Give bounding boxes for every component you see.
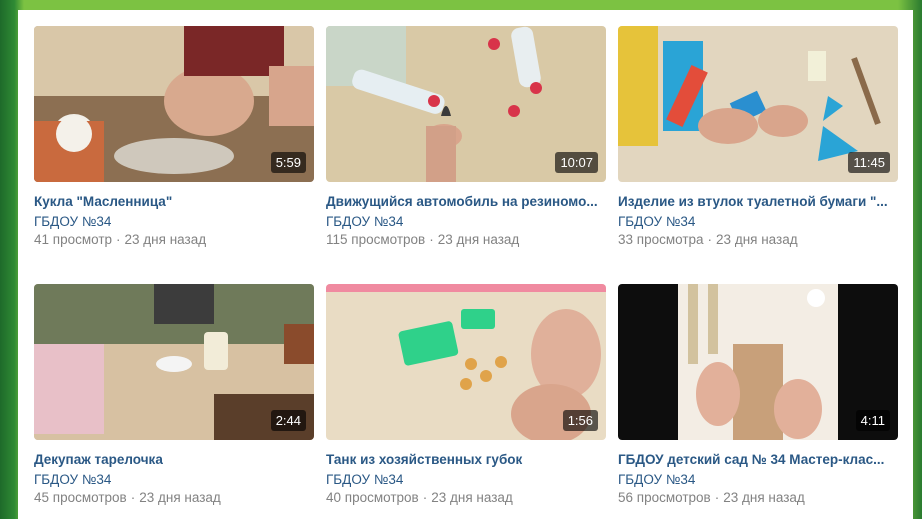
video-card[interactable]: 1:56 Танк из хозяйственных губок ГБДОУ №…	[326, 284, 606, 519]
meta-separator: ·	[130, 490, 136, 505]
duration-badge: 10:07	[555, 152, 598, 173]
view-count: 40 просмотров	[326, 490, 419, 505]
upload-age: 23 дня назад	[431, 490, 513, 505]
video-title[interactable]: Изделие из втулок туалетной бумаги "...	[618, 193, 898, 210]
upload-age: 23 дня назад	[139, 490, 221, 505]
video-card[interactable]: 4:11 ГБДОУ детский сад № 34 Мастер-клас.…	[618, 284, 898, 519]
video-thumbnail[interactable]: 4:11	[618, 284, 898, 440]
duration-badge: 4:11	[855, 410, 890, 431]
video-title[interactable]: Кукла "Масленница"	[34, 193, 314, 210]
video-thumbnail[interactable]: 11:45	[618, 26, 898, 182]
video-meta: 40 просмотров · 23 дня назад	[326, 489, 606, 507]
video-title[interactable]: ГБДОУ детский сад № 34 Мастер-клас...	[618, 451, 898, 468]
upload-age: 23 дня назад	[124, 232, 207, 247]
meta-separator: ·	[422, 490, 428, 505]
view-count: 33 просмотра	[618, 232, 704, 247]
meta-separator: ·	[116, 232, 121, 247]
upload-age: 23 дня назад	[716, 232, 798, 247]
video-meta: 41 просмотр · 23 дня назад	[34, 231, 314, 249]
view-count: 115 просмотров	[326, 232, 426, 247]
video-meta: 56 просмотров · 23 дня назад	[618, 489, 898, 507]
video-meta: 115 просмотров · 23 дня назад	[326, 231, 606, 249]
video-card[interactable]: 5:59 Кукла "Масленница" ГБДОУ №34 41 про…	[34, 26, 314, 284]
meta-separator: ·	[714, 490, 720, 505]
duration-badge: 5:59	[270, 152, 306, 173]
channel-link[interactable]: ГБДОУ №34	[618, 470, 898, 489]
view-count: 41 просмотр	[34, 232, 113, 247]
video-title[interactable]: Танк из хозяйственных губок	[326, 451, 606, 468]
meta-separator: ·	[429, 232, 434, 247]
channel-link[interactable]: ГБДОУ №34	[618, 212, 898, 231]
video-grid: 5:59 Кукла "Масленница" ГБДОУ №34 41 про…	[34, 26, 898, 519]
meta-separator: ·	[707, 232, 713, 247]
video-thumbnail[interactable]: 2:44	[34, 284, 314, 440]
video-thumbnail[interactable]: 5:59	[34, 26, 314, 182]
duration-badge: 2:44	[270, 410, 306, 431]
upload-age: 23 дня назад	[437, 232, 520, 247]
channel-link[interactable]: ГБДОУ №34	[34, 212, 314, 231]
video-thumbnail[interactable]: 10:07	[326, 26, 606, 182]
video-title[interactable]: Декупаж тарелочка	[34, 451, 314, 468]
upload-age: 23 дня назад	[723, 490, 805, 505]
channel-link[interactable]: ГБДОУ №34	[34, 470, 314, 489]
video-card[interactable]: 2:44 Декупаж тарелочка ГБДОУ №34 45 прос…	[34, 284, 314, 519]
video-card[interactable]: 10:07 Движущийся автомобиль на резиномо.…	[326, 26, 606, 284]
video-meta: 33 просмотра · 23 дня назад	[618, 231, 898, 249]
view-count: 45 просмотров	[34, 490, 127, 505]
video-title[interactable]: Движущийся автомобиль на резиномо...	[326, 193, 606, 210]
video-card[interactable]: 11:45 Изделие из втулок туалетной бумаги…	[618, 26, 898, 284]
view-count: 56 просмотров	[618, 490, 711, 505]
duration-badge: 1:56	[562, 410, 598, 431]
video-meta: 45 просмотров · 23 дня назад	[34, 489, 314, 507]
channel-link[interactable]: ГБДОУ №34	[326, 470, 606, 489]
channel-link[interactable]: ГБДОУ №34	[326, 212, 606, 231]
duration-badge: 11:45	[848, 152, 890, 173]
video-thumbnail[interactable]: 1:56	[326, 284, 606, 440]
video-panel: 5:59 Кукла "Масленница" ГБДОУ №34 41 про…	[18, 10, 913, 519]
